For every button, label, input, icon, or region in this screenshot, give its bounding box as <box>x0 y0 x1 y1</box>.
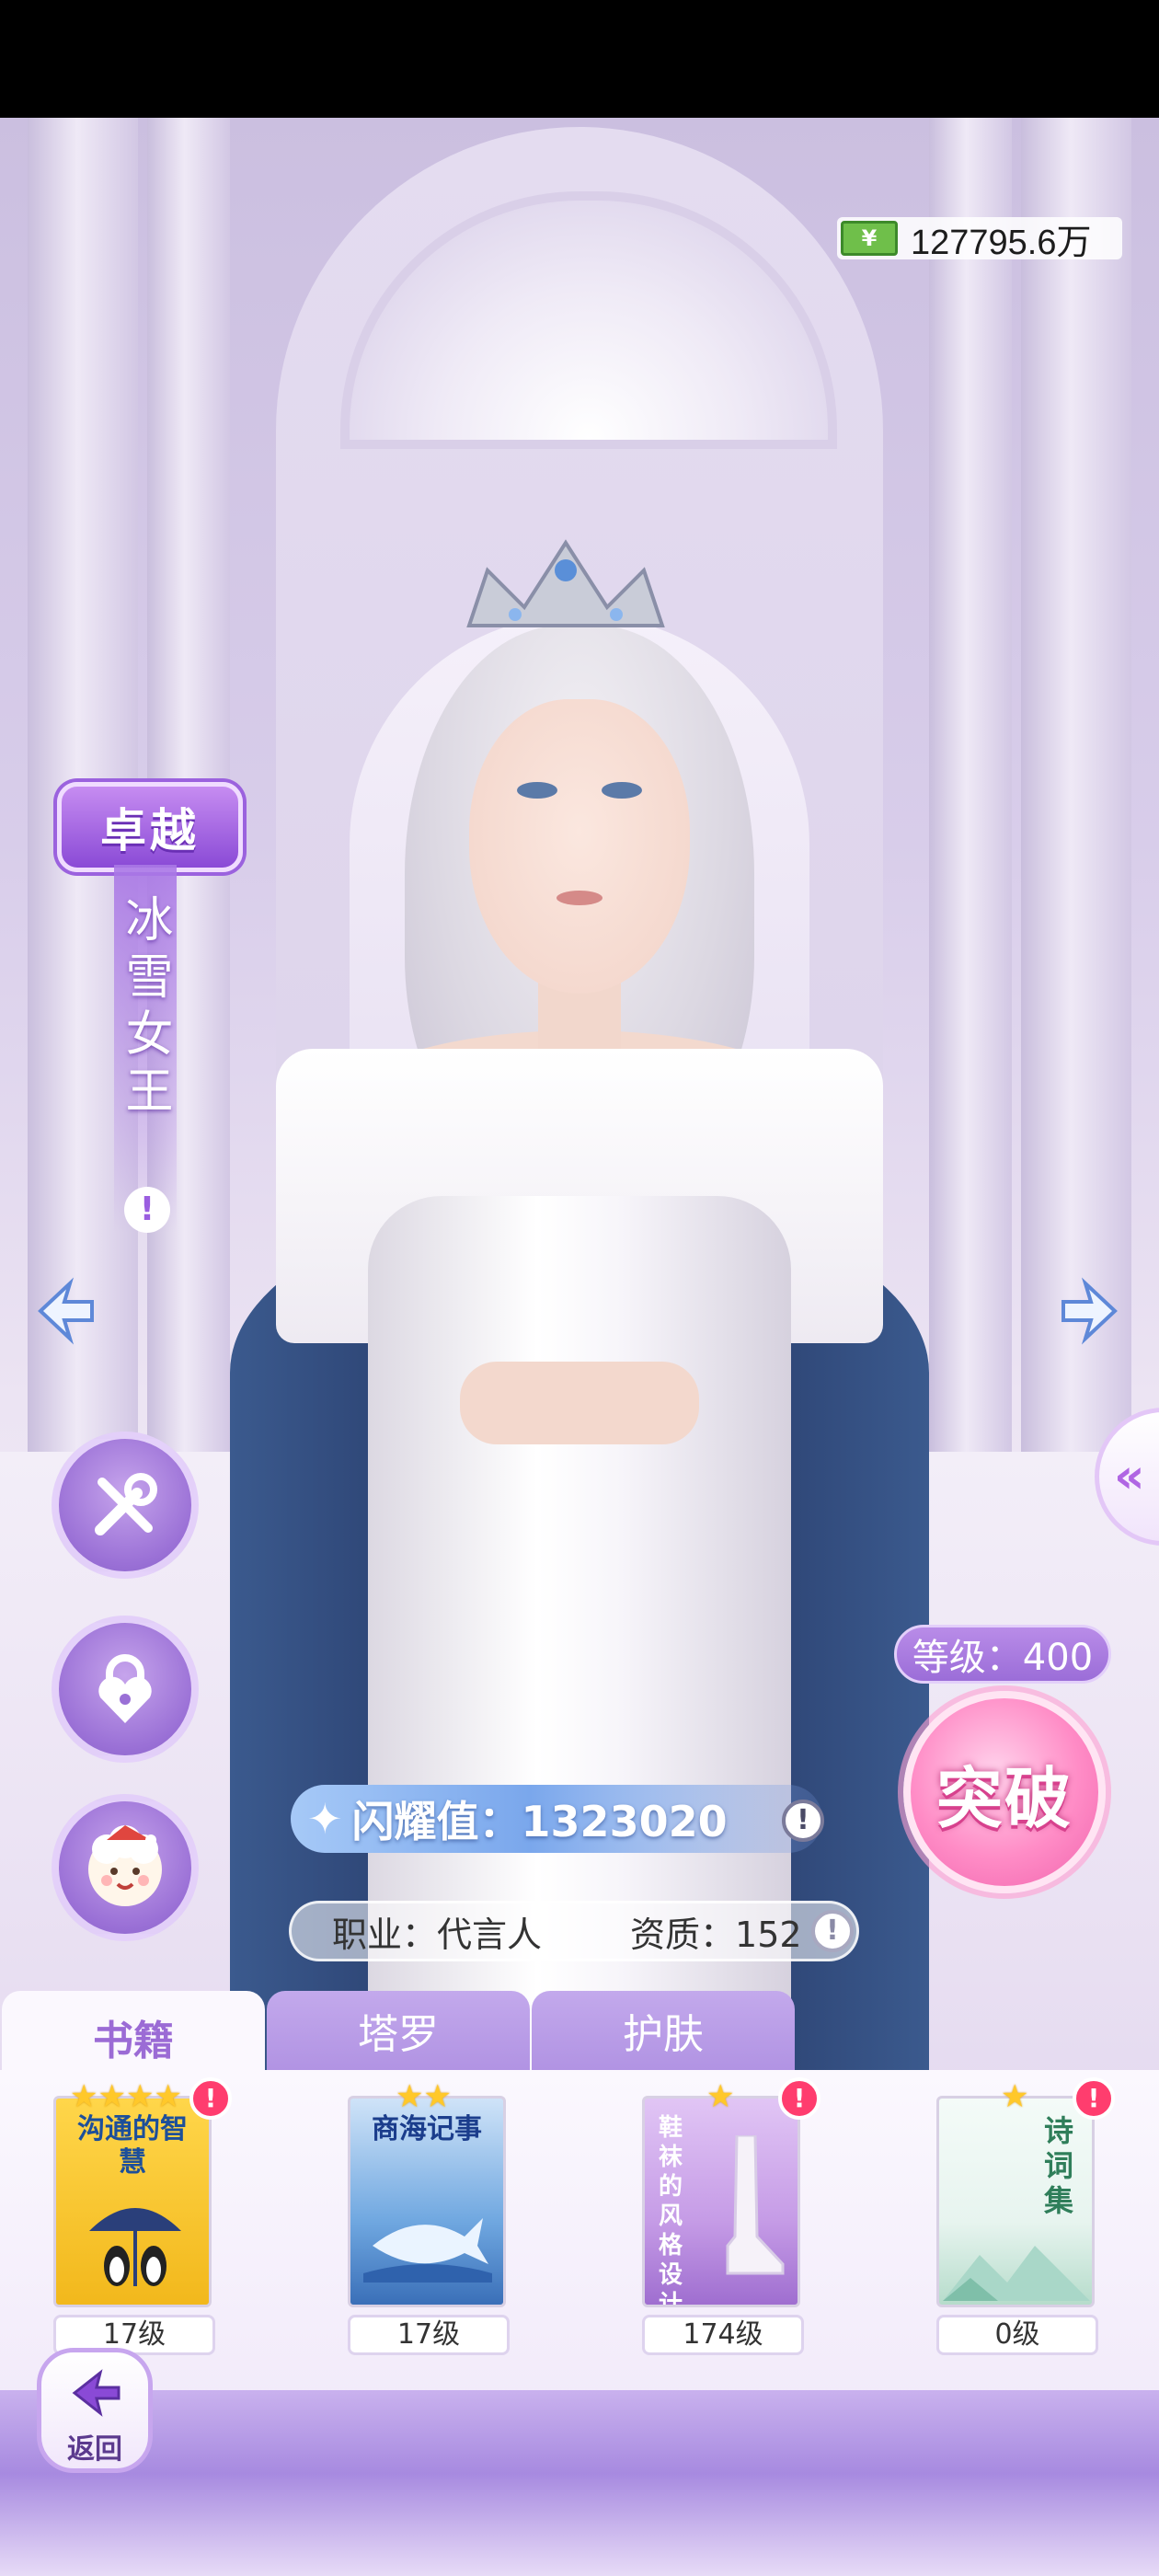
wrench-screwdriver-icon <box>95 1473 157 1535</box>
book-title: 诗词集 <box>1043 2113 1073 2218</box>
job-label: 职业：代言人 <box>332 1914 543 1955</box>
character-info-button[interactable]: ! <box>124 1187 170 1233</box>
pillar <box>929 118 1012 1544</box>
alert-badge: ! <box>1073 2077 1115 2120</box>
lock-button[interactable] <box>52 1616 199 1763</box>
star-icon: ★ <box>706 2078 735 2115</box>
character-lips <box>557 891 602 905</box>
star-icon: ★ <box>396 2078 424 2115</box>
book-level: 17级 <box>348 2315 510 2355</box>
currency-display: ¥ 127795.6万 <box>837 217 1122 262</box>
bottom-bar <box>0 2390 1159 2576</box>
sparkle-icon: ✦ <box>307 1794 343 1844</box>
double-chevron-left-icon: « <box>1114 1449 1145 1504</box>
breakthrough-label: 突破 <box>935 1759 1073 1837</box>
alert-badge: ! <box>189 2077 232 2120</box>
star-icon: ★ <box>125 2078 155 2115</box>
shoe-icon <box>726 2135 785 2275</box>
book-cover: 诗词集 <box>936 2096 1095 2307</box>
previous-arrow-icon[interactable] <box>33 1274 107 1348</box>
rank-label: 卓越 <box>100 804 200 857</box>
star-icon: ★ <box>98 2078 126 2115</box>
character-hands <box>460 1362 699 1444</box>
tools-button[interactable] <box>52 1432 199 1579</box>
character-eye <box>602 782 642 799</box>
character-name: 冰雪女王 <box>117 894 172 1122</box>
tab-tarot[interactable]: 塔罗 <box>267 1991 530 2070</box>
crown-icon <box>466 539 665 627</box>
breakthrough-button[interactable]: 突破 <box>903 1691 1106 1893</box>
tab-books[interactable]: 书籍 <box>2 1991 265 2083</box>
star-rating: ★ <box>1001 2081 1028 2112</box>
next-arrow-icon[interactable] <box>1049 1274 1122 1348</box>
star-rating: ★ ★ ★ ★ <box>70 2081 182 2112</box>
aptitude-label: 资质：152 <box>630 1914 802 1955</box>
book-level: 174级 <box>642 2315 804 2355</box>
glory-info-button[interactable]: ! <box>782 1800 824 1842</box>
sheep-mascot-icon <box>88 1825 162 1906</box>
star-icon: ★ <box>70 2078 98 2115</box>
star-icon: ★ <box>154 2078 182 2115</box>
back-arrow-icon <box>72 2369 120 2417</box>
book-title: 沟通的智慧 <box>77 2113 188 2179</box>
tab-skincare[interactable]: 护肤 <box>532 1991 795 2070</box>
star-icon: ★ <box>1001 2078 1029 2115</box>
level-display: 等级：400 <box>894 1625 1111 1684</box>
book-title: 商海记事 <box>372 2113 482 2145</box>
book-cover: 鞋袜的风格设计 <box>642 2096 800 2307</box>
book-title: 鞋袜的风格设计 <box>658 2114 683 2307</box>
back-label: 返回 <box>67 2433 122 2466</box>
character-eye <box>517 782 557 799</box>
status-bar <box>0 0 1159 118</box>
book-level: 0级 <box>936 2315 1098 2355</box>
rank-badge: 卓越 <box>57 782 243 872</box>
glory-bar: ✦ 闪耀值：1323020 <box>291 1785 822 1853</box>
star-rating: ★ <box>706 2081 734 2112</box>
cash-icon: ¥ <box>841 221 898 256</box>
book-cover: 沟通的智慧 <box>53 2096 212 2307</box>
back-button[interactable]: 返回 <box>37 2348 153 2473</box>
character-face <box>469 699 690 994</box>
star-rating: ★ ★ <box>396 2081 452 2112</box>
alert-badge: ! <box>778 2077 820 2120</box>
star-icon: ★ <box>423 2078 452 2115</box>
penguin-umbrella-icon <box>89 2208 181 2286</box>
glory-value: 闪耀值：1323020 <box>351 1797 728 1846</box>
heart-lock-icon <box>98 1654 152 1723</box>
book-cover: 商海记事 <box>348 2096 506 2307</box>
mountain-landscape-icon <box>943 2246 1090 2301</box>
profile-bar: 职业：代言人 资质：152 <box>289 1901 859 1961</box>
whale-icon <box>363 2218 492 2283</box>
aptitude-info-button[interactable]: ! <box>811 1910 854 1952</box>
mascot-button[interactable] <box>52 1794 199 1941</box>
currency-value: 127795.6万 <box>911 223 1092 262</box>
